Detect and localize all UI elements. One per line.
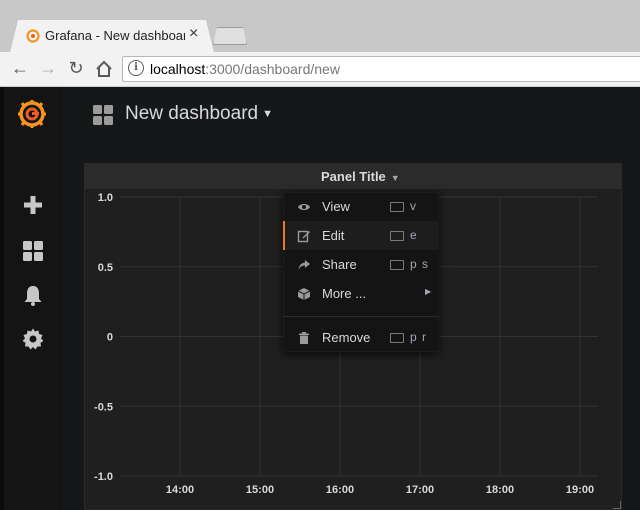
- dashboard-title[interactable]: New dashboard ▼: [125, 103, 273, 125]
- caret-down-icon: ▼: [262, 107, 273, 120]
- keyboard-icon: [390, 260, 404, 270]
- menu-item-view[interactable]: View v: [283, 192, 439, 221]
- home-icon[interactable]: [94, 59, 114, 79]
- panel-title[interactable]: Panel Title ▼: [321, 169, 400, 184]
- info-icon[interactable]: i: [128, 60, 144, 76]
- configuration-gear-icon[interactable]: [21, 327, 45, 351]
- reload-icon[interactable]: ↻: [66, 58, 86, 78]
- keyboard-icon: [390, 333, 404, 343]
- menu-item-label: View: [322, 199, 350, 214]
- dashboard-grid-icon: [93, 105, 113, 125]
- panel-resize-handle[interactable]: [613, 501, 621, 509]
- x-tick-label: 19:00: [566, 484, 594, 496]
- menu-item-more[interactable]: More ... ▶: [283, 279, 439, 308]
- y-tick-label: 0: [107, 332, 113, 344]
- eye-icon: [298, 204, 310, 210]
- grafana-logo-icon[interactable]: [16, 98, 48, 130]
- browser-tab-title: Grafana - New dashboard: [45, 28, 185, 43]
- x-tick-label: 15:00: [246, 484, 274, 496]
- dashboards-icon[interactable]: [21, 239, 45, 263]
- menu-item-label: More ...: [322, 286, 367, 301]
- edit-icon: [297, 230, 310, 243]
- forward-icon[interactable]: →: [38, 58, 58, 78]
- menu-item-shortcut: p r: [410, 330, 428, 344]
- chevron-right-icon: ▶: [425, 287, 432, 296]
- close-tab-icon[interactable]: ×: [189, 26, 198, 42]
- y-tick-label: 0.5: [98, 262, 113, 274]
- x-tick-label: 17:00: [406, 484, 434, 496]
- trash-icon: [299, 332, 309, 344]
- menu-item-label: Share: [322, 257, 357, 272]
- y-tick-label: -0.5: [94, 401, 113, 413]
- y-tick-label: -1.0: [94, 471, 113, 483]
- cube-icon: [297, 288, 311, 300]
- menu-item-shortcut: v: [410, 199, 417, 213]
- keyboard-icon: [390, 231, 404, 241]
- caret-down-icon: ▼: [390, 173, 400, 183]
- menu-item-shortcut: p s: [410, 257, 430, 271]
- alerting-bell-icon[interactable]: [21, 283, 45, 307]
- menu-item-remove[interactable]: Remove p r: [283, 323, 439, 352]
- menu-item-share[interactable]: Share p s: [283, 250, 439, 279]
- grafana-favicon-icon: [26, 29, 40, 43]
- x-tick-label: 14:00: [166, 484, 194, 496]
- menu-item-label: Remove: [322, 330, 371, 345]
- keyboard-icon: [390, 202, 404, 212]
- url-text[interactable]: localhost:3000/dashboard/new: [150, 61, 340, 77]
- menu-divider: [283, 316, 439, 317]
- menu-item-edit[interactable]: Edit e: [283, 221, 439, 250]
- create-plus-icon[interactable]: [21, 193, 45, 217]
- x-tick-label: 16:00: [326, 484, 354, 496]
- back-icon[interactable]: ←: [10, 58, 30, 78]
- new-tab-button[interactable]: [213, 27, 247, 45]
- y-tick-label: 1.0: [98, 192, 113, 204]
- sidebar-edge: [0, 87, 4, 510]
- menu-item-label: Edit: [322, 228, 345, 243]
- menu-item-shortcut: e: [410, 228, 418, 242]
- share-icon: [298, 260, 310, 270]
- x-tick-label: 18:00: [486, 484, 514, 496]
